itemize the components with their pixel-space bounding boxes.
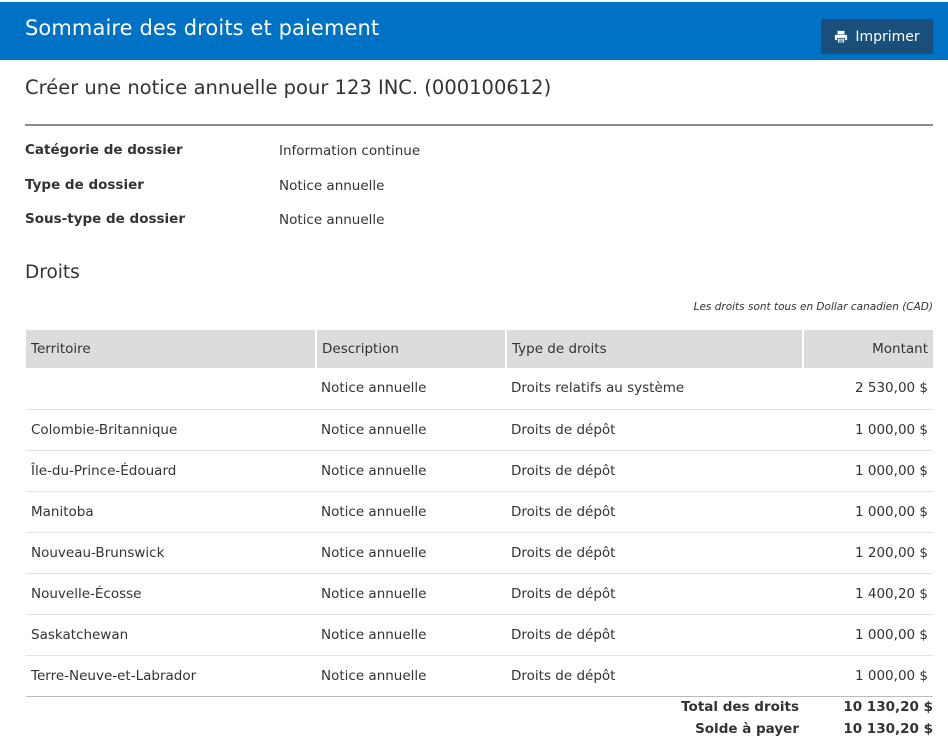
cell-description: Notice annuelle <box>316 491 506 533</box>
cell-description: Notice annuelle <box>316 573 506 615</box>
cell-territory: Nouvelle-Écosse <box>26 573 316 615</box>
cell-fee-type: Droits de dépôt <box>506 409 803 451</box>
filing-subtitle: Créer une notice annuelle pour 123 INC. … <box>25 76 552 99</box>
divider <box>25 124 933 126</box>
table-row: Manitoba Notice annuelle Droits de dépôt 1 … <box>26 491 933 533</box>
info-label-subtype: Sous-type de dossier <box>25 211 185 227</box>
cell-amount: 1 400,20 $ <box>803 573 933 615</box>
currency-note: Les droits sont tous en Dollar canadien … <box>693 301 933 313</box>
total-fees-value: 10 130,20 $ <box>843 699 933 715</box>
info-value-category: Information continue <box>279 143 421 159</box>
table-row: Terre-Neuve-et-Labrador Notice annuelle Dr… <box>26 655 933 697</box>
cell-description: Notice annuelle <box>316 368 506 410</box>
table-row: Nouvelle-Écosse Notice annuelle Droits de … <box>26 573 933 615</box>
printer-icon <box>835 30 848 44</box>
cell-territory: Terre-Neuve-et-Labrador <box>26 655 316 697</box>
cell-fee-type: Droits relatifs au système <box>506 368 803 410</box>
info-label-type: Type de dossier <box>25 177 144 193</box>
balance-due-row: Solde à payer 10 130,20 $ <box>659 721 933 737</box>
cell-fee-type: Droits de dépôt <box>506 573 803 615</box>
cell-fee-type: Droits de dépôt <box>506 491 803 533</box>
table-row: Nouveau-Brunswick Notice annuelle Droits d… <box>26 532 933 574</box>
cell-description: Notice annuelle <box>316 532 506 574</box>
table-row: Notice annuelle Droits relatifs au systèm… <box>26 368 933 410</box>
cell-territory: Saskatchewan <box>26 614 316 656</box>
cell-amount: 1 200,00 $ <box>803 532 933 574</box>
cell-amount: 1 000,00 $ <box>803 409 933 451</box>
column-header-amount: Montant <box>803 330 933 368</box>
balance-due-value: 10 130,20 $ <box>843 721 933 737</box>
print-button[interactable]: Imprimer <box>821 19 933 54</box>
column-header-territory: Territoire <box>26 330 317 368</box>
table-row: Colombie-Britannique Notice annuelle Droit… <box>26 409 933 451</box>
cell-fee-type: Droits de dépôt <box>506 614 803 656</box>
fees-table: Territoire Description Type de droits Mo… <box>26 330 933 697</box>
info-value-type: Notice annuelle <box>279 178 385 194</box>
column-header-description: Description <box>316 330 507 368</box>
cell-amount: 1 000,00 $ <box>803 655 933 697</box>
table-row: Saskatchewan Notice annuelle Droits de dép… <box>26 614 933 656</box>
table-row: Île-du-Prince-Édouard Notice annuelle Droi… <box>26 450 933 492</box>
cell-description: Notice annuelle <box>316 450 506 492</box>
cell-territory: Île-du-Prince-Édouard <box>26 450 316 492</box>
cell-territory: Manitoba <box>26 491 316 533</box>
cell-description: Notice annuelle <box>316 409 506 451</box>
cell-territory <box>26 368 316 410</box>
cell-amount: 2 530,00 $ <box>803 368 933 410</box>
cell-amount: 1 000,00 $ <box>803 491 933 533</box>
total-fees-row: Total des droits 10 130,20 $ <box>659 699 933 715</box>
info-label-category: Catégorie de dossier <box>25 142 183 158</box>
fees-section-title: Droits <box>25 262 80 283</box>
cell-amount: 1 000,00 $ <box>803 614 933 656</box>
cell-territory: Nouveau-Brunswick <box>26 532 316 574</box>
cell-amount: 1 000,00 $ <box>803 450 933 492</box>
page-title: Sommaire des droits et paiement <box>25 16 380 40</box>
info-value-subtype: Notice annuelle <box>279 212 385 228</box>
total-fees-label: Total des droits <box>681 699 799 715</box>
cell-territory: Colombie-Britannique <box>26 409 316 451</box>
cell-description: Notice annuelle <box>316 614 506 656</box>
page-header: Sommaire des droits et paiement Imprimer <box>0 2 948 60</box>
table-header-row: Territoire Description Type de droits Mo… <box>26 330 933 368</box>
cell-fee-type: Droits de dépôt <box>506 532 803 574</box>
cell-fee-type: Droits de dépôt <box>506 655 803 697</box>
balance-due-label: Solde à payer <box>695 721 799 737</box>
cell-fee-type: Droits de dépôt <box>506 450 803 492</box>
column-header-fee-type: Type de droits <box>506 330 804 368</box>
print-button-label: Imprimer <box>855 28 920 45</box>
cell-description: Notice annuelle <box>316 655 506 697</box>
